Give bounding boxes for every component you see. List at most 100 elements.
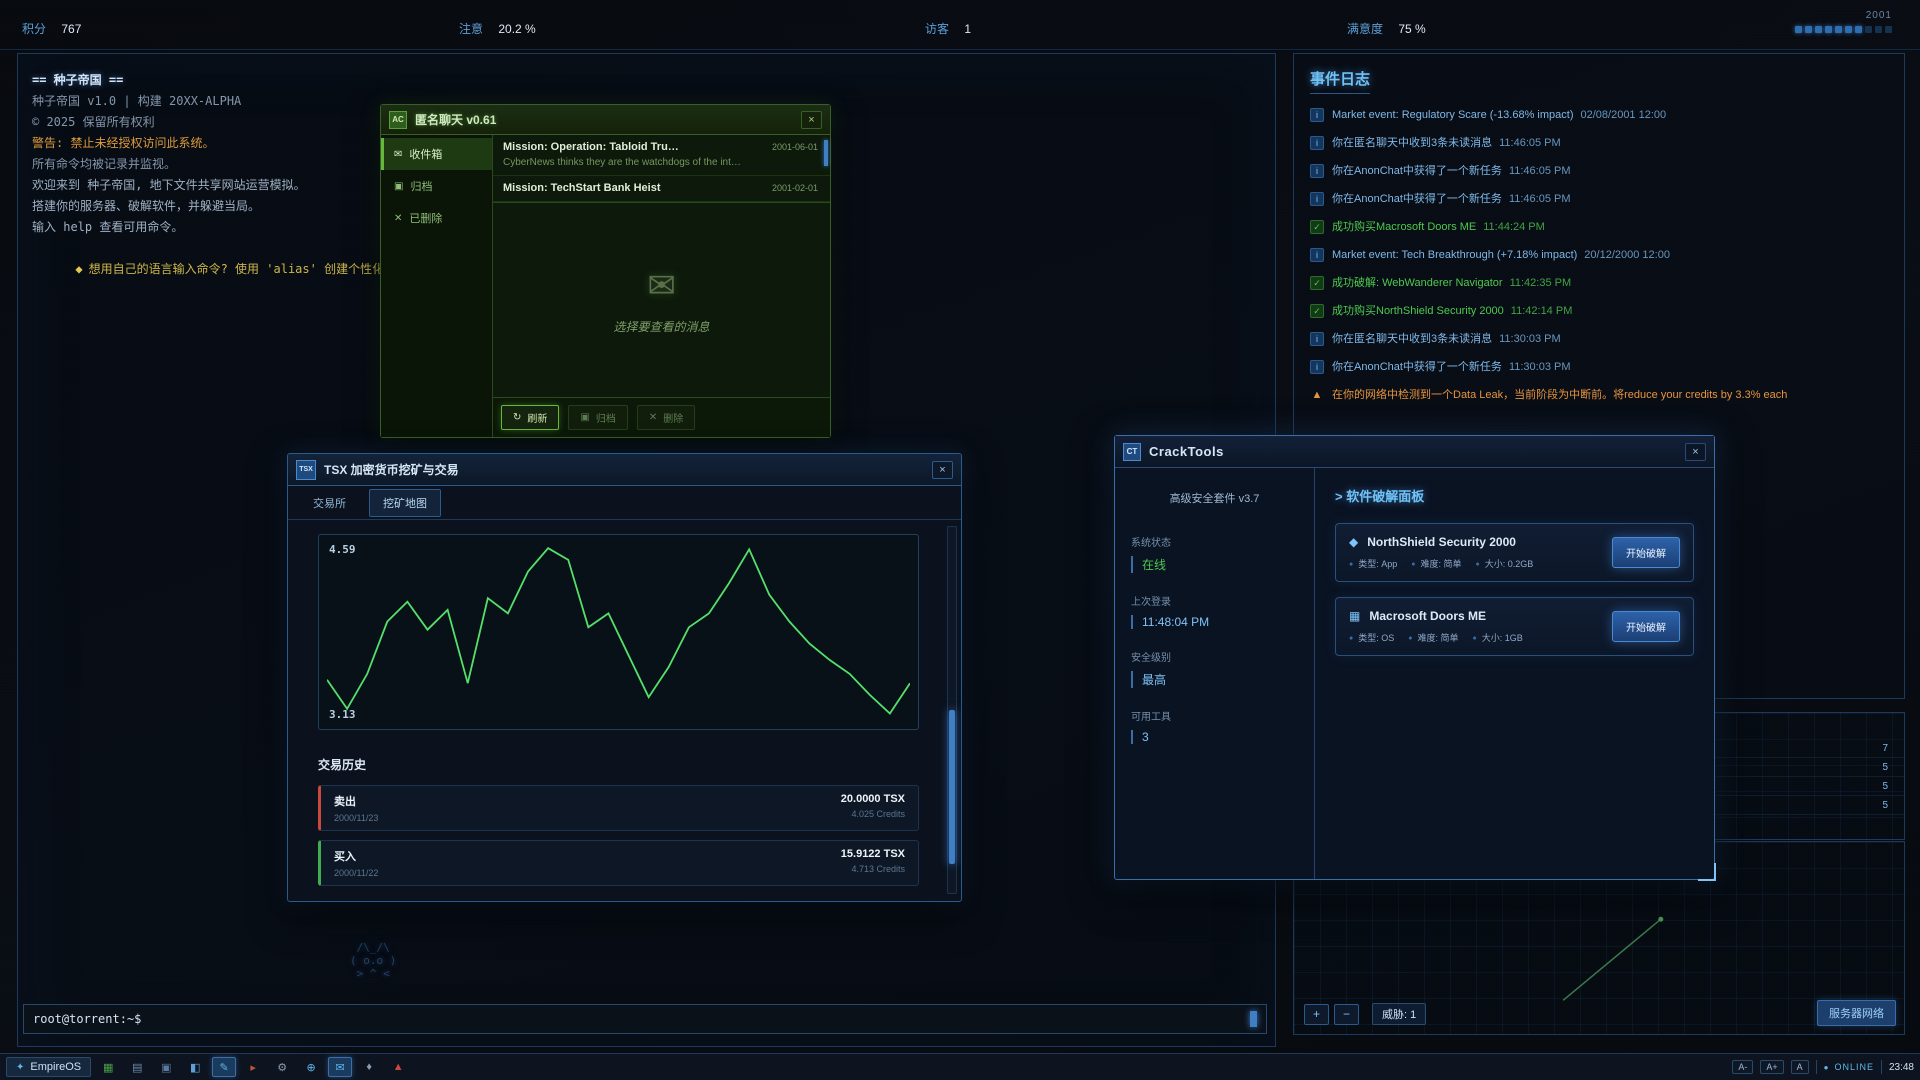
chart-y-min-label: 3.13 xyxy=(329,708,356,721)
online-dot-icon: ● xyxy=(1824,1063,1830,1072)
log-time: 11:42:14 PM xyxy=(1511,305,1573,317)
wrench-icon[interactable]: ✎ xyxy=(212,1057,236,1077)
tsx-titlebar[interactable]: TSX TSX 加密货币挖矿与交易 × xyxy=(288,454,961,486)
progress-dot xyxy=(1835,26,1842,33)
log-text: 你在匿名聊天中收到3条未读消息 xyxy=(1332,333,1492,345)
available-tools-stat: 可用工具 3 xyxy=(1131,708,1298,744)
credits-value: 767 xyxy=(61,22,81,36)
zoom-in-button[interactable]: + xyxy=(1304,1004,1329,1025)
delete-button[interactable]: ✕ 删除 xyxy=(637,405,695,430)
button-label: 归档 xyxy=(596,410,616,425)
stat-label: 上次登录 xyxy=(1131,593,1298,608)
log-entry: i Market event: Regulatory Scare (-13.68… xyxy=(1310,108,1888,123)
folder-label: 已删除 xyxy=(409,210,442,226)
tsx-scrollbar[interactable] xyxy=(947,526,957,894)
close-icon[interactable]: × xyxy=(932,461,953,479)
cracktools-sidebar: 高级安全套件 v3.7 系统状态 在线 上次登录 11:48:04 PM 安全级… xyxy=(1115,468,1315,879)
terminal-line: == 种子帝国 == xyxy=(32,70,1261,91)
log-time: 20/12/2000 12:00 xyxy=(1584,249,1670,261)
trade-row-sell[interactable]: 卖出 2000/11/23 20.0000 TSX 4.025 Credits xyxy=(318,785,919,831)
visitors-label: 访客 xyxy=(925,22,949,36)
log-time: 11:42:35 PM xyxy=(1510,277,1572,289)
message-list-scrollbar[interactable] xyxy=(824,140,828,166)
folder-archive[interactable]: ▣ 归档 xyxy=(381,170,492,202)
terminal-input[interactable]: root@torrent:~$ xyxy=(23,1004,1267,1034)
log-text: 你在AnonChat中获得了一个新任务 xyxy=(1332,361,1502,373)
cracktools-titlebar[interactable]: CT CrackTools × xyxy=(1115,436,1714,468)
files-icon[interactable]: ▤ xyxy=(125,1057,149,1077)
stats-value: 5 xyxy=(1882,800,1888,811)
close-icon[interactable]: × xyxy=(1685,443,1706,461)
online-status: ● ONLINE xyxy=(1824,1062,1874,1072)
log-text: 你在匿名聊天中收到3条未读消息 xyxy=(1332,137,1492,149)
alert-icon[interactable]: ▲ xyxy=(386,1057,410,1077)
log-time: 11:44:24 PM xyxy=(1483,221,1545,233)
log-text: 成功购买NorthShield Security 2000 xyxy=(1332,305,1504,317)
server-network-button[interactable]: 服务器网络 xyxy=(1817,1000,1896,1026)
scrollbar-thumb[interactable] xyxy=(949,710,955,864)
folder-deleted[interactable]: ✕ 已删除 xyxy=(381,202,492,234)
folder-inbox[interactable]: ✉ 收件箱 xyxy=(381,138,492,170)
visitors-value: 1 xyxy=(964,22,971,36)
terminal-icon[interactable]: ▣ xyxy=(154,1057,178,1077)
folder-label: 归档 xyxy=(410,178,432,194)
log-time: 02/08/2001 12:00 xyxy=(1581,109,1667,121)
credits-stat: 积分 767 xyxy=(22,20,81,37)
log-entry: i 你在AnonChat中获得了一个新任务11:46:05 PM xyxy=(1310,192,1888,207)
font-larger-button[interactable]: A+ xyxy=(1760,1060,1783,1074)
refresh-button[interactable]: ↻ 刷新 xyxy=(501,405,559,430)
apps-icon[interactable]: ▦ xyxy=(96,1057,120,1077)
online-label: ONLINE xyxy=(1834,1062,1874,1072)
progress-dot xyxy=(1885,26,1892,33)
info-icon: i xyxy=(1310,248,1324,262)
font-smaller-button[interactable]: A- xyxy=(1732,1060,1753,1074)
log-time: 11:30:03 PM xyxy=(1509,361,1571,373)
crack-target-card[interactable]: ▦ Macrosoft Doors ME 类型: OS 难度: 简单 大小: 1… xyxy=(1335,597,1694,656)
target-size: 大小: 0.2GB xyxy=(1476,557,1534,570)
tab-mining-map[interactable]: 挖矿地图 xyxy=(369,489,441,517)
chat-icon[interactable]: ✉ xyxy=(328,1057,352,1077)
globe-icon[interactable]: ⊕ xyxy=(299,1057,323,1077)
success-icon: ✓ xyxy=(1310,304,1324,318)
font-reset-button[interactable]: A xyxy=(1791,1060,1809,1074)
message-item[interactable]: Mission: TechStart Bank Heist 2001-02-01 xyxy=(493,176,830,202)
tsx-title: TSX 加密货币挖矿与交易 xyxy=(324,461,459,478)
zoom-out-button[interactable]: − xyxy=(1334,1004,1359,1025)
info-icon: i xyxy=(1310,136,1324,150)
taskbar-clock: 23:48 xyxy=(1889,1062,1914,1073)
start-menu-button[interactable]: ✦ EmpireOS xyxy=(6,1057,91,1077)
close-icon[interactable]: × xyxy=(801,111,822,129)
warning-icon: ▲ xyxy=(1310,388,1324,402)
stats-value: 7 xyxy=(1882,743,1888,754)
log-entry: ✓ 成功破解: WebWanderer Navigator11:42:35 PM xyxy=(1310,276,1888,291)
terminal-cursor xyxy=(1250,1011,1257,1027)
stat-value: 最高 xyxy=(1131,671,1298,688)
monitor-icon[interactable]: ◧ xyxy=(183,1057,207,1077)
media-icon[interactable]: ▸ xyxy=(241,1057,265,1077)
progress-dot xyxy=(1845,26,1852,33)
archive-button[interactable]: ▣ 归档 xyxy=(568,405,627,430)
ascii-cat-art: /\_/\ ( o.o ) > ^ < xyxy=(350,941,396,980)
message-item[interactable]: Mission: Operation: Tabloid Tru… 2001-06… xyxy=(493,135,830,176)
gear-icon[interactable]: ⚙ xyxy=(270,1057,294,1077)
crack-target-card[interactable]: ◆ NorthShield Security 2000 类型: App 难度: … xyxy=(1335,523,1694,582)
archive-icon: ▣ xyxy=(580,412,589,423)
tools-icon[interactable]: ♦ xyxy=(357,1057,381,1077)
os-window-icon: ▦ xyxy=(1349,609,1360,623)
start-crack-button[interactable]: 开始破解 xyxy=(1612,537,1680,568)
tsx-trading-window: TSX TSX 加密货币挖矿与交易 × 交易所 挖矿地图 4.59 3.13 交… xyxy=(287,453,962,902)
terminal-prompt: root@torrent:~$ xyxy=(33,1012,141,1026)
target-type: 类型: OS xyxy=(1349,631,1394,644)
anonchat-titlebar[interactable]: AC 匿名聊天 v0.61 × xyxy=(381,105,830,135)
log-text: Market event: Regulatory Scare (-13.68% … xyxy=(1332,109,1574,121)
trade-date: 2000/11/22 xyxy=(334,868,378,878)
event-log-title: 事件日志 xyxy=(1310,68,1370,94)
trade-side: 买入 xyxy=(334,848,378,864)
message-list: Mission: Operation: Tabloid Tru… 2001-06… xyxy=(493,135,830,203)
tab-exchange[interactable]: 交易所 xyxy=(300,490,359,516)
start-crack-button[interactable]: 开始破解 xyxy=(1612,611,1680,642)
tip-icon: ◆ xyxy=(75,262,82,276)
button-label: 删除 xyxy=(663,410,683,425)
trade-row-buy[interactable]: 买入 2000/11/22 15.9122 TSX 4.713 Credits xyxy=(318,840,919,886)
top-status-bar: 积分 767 注意 20.2 % 访客 1 满意度 75 % 2001 xyxy=(0,0,1920,50)
